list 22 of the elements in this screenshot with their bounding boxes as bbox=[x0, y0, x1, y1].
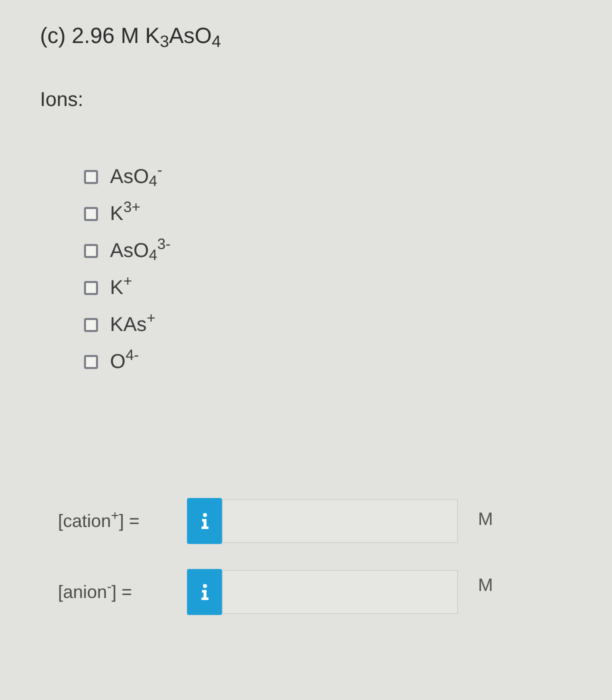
ion-option-label: K$^{3+}$ bbox=[110, 200, 140, 226]
answer-label: [anion$^{-}$] = bbox=[58, 580, 134, 604]
checkbox[interactable] bbox=[84, 244, 98, 258]
unit-label: M bbox=[478, 574, 493, 597]
ions-heading: Ions: bbox=[40, 88, 84, 113]
checkbox[interactable] bbox=[84, 318, 98, 332]
checkbox[interactable] bbox=[84, 206, 98, 220]
ion-option-label: K$^{+}$ bbox=[110, 274, 132, 300]
checkbox[interactable] bbox=[84, 280, 98, 294]
info-button[interactable] bbox=[187, 569, 222, 615]
question-title: (c) 2.96 M K$_{3}$AsO$_{4}$ bbox=[40, 22, 221, 50]
answer-field[interactable] bbox=[222, 499, 458, 543]
answer-label: [cation$^{+}$] = bbox=[58, 509, 140, 533]
answer-field[interactable] bbox=[222, 570, 458, 614]
info-icon bbox=[200, 584, 208, 600]
unit-label: M bbox=[478, 508, 493, 531]
ion-option-label: KAs$^{+}$ bbox=[110, 312, 156, 338]
checkbox[interactable] bbox=[84, 354, 98, 368]
info-icon bbox=[200, 513, 208, 529]
ion-option-label: O$^{4-}$ bbox=[110, 348, 139, 374]
info-button[interactable] bbox=[187, 498, 222, 544]
checkbox[interactable] bbox=[84, 170, 98, 184]
